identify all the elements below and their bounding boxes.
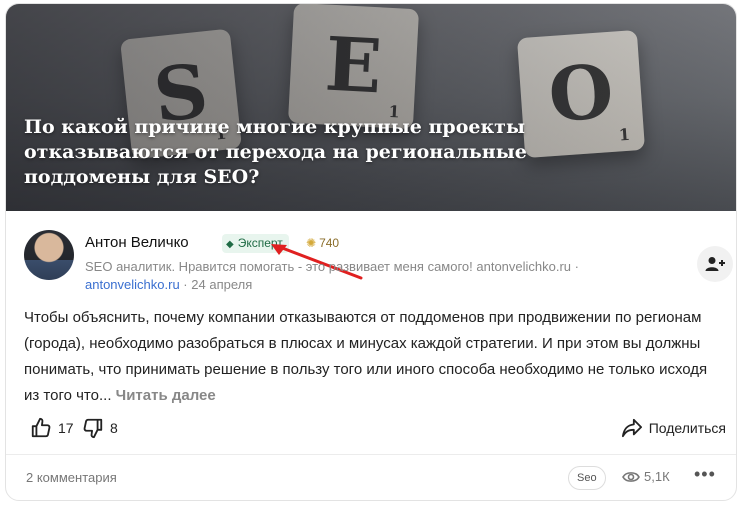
author-name[interactable]: Антон Величко — [85, 234, 189, 251]
share-icon — [621, 418, 642, 438]
meta-line: antonvelichko.ru · 24 апреля — [85, 276, 252, 294]
eye-icon — [622, 471, 640, 482]
post-excerpt: Чтобы объяснить, почему компании отказыв… — [24, 305, 724, 409]
tag-seo[interactable]: Seo — [568, 466, 606, 490]
post-footer: 2 комментария Seo 5,1К ••• — [24, 464, 724, 494]
read-more-link[interactable]: Читать далее — [116, 387, 216, 404]
author-avatar[interactable] — [24, 230, 74, 280]
like-button[interactable]: 17 — [30, 414, 74, 442]
diamond-icon: ◆ — [226, 239, 234, 250]
person-plus-icon — [705, 257, 725, 272]
comments-link[interactable]: 2 комментария — [26, 470, 117, 485]
post-title[interactable]: По какой причине многие крупные проекты … — [24, 115, 544, 190]
dislike-count: 8 — [110, 420, 118, 436]
share-button[interactable]: Поделиться — [621, 414, 726, 442]
subscribe-button[interactable] — [697, 246, 733, 282]
meta-separator: · — [183, 277, 188, 292]
share-label: Поделиться — [648, 420, 726, 436]
dislike-button[interactable]: 8 — [82, 414, 118, 442]
thumbs-down-icon — [83, 418, 103, 439]
thumbs-up-icon — [31, 417, 51, 438]
author-row: Антон Величко ◆ Эксперт ✺ 740 SEO аналитик… — [24, 230, 733, 292]
like-count: 17 — [58, 420, 74, 436]
post-card: S1 E1 O1 По какой причине многие крупные… — [5, 3, 737, 501]
views-count: 5,1К — [644, 469, 670, 484]
cover-image[interactable]: S1 E1 O1 По какой причине многие крупные… — [6, 4, 736, 211]
author-site-link[interactable]: antonvelichko.ru — [85, 277, 180, 292]
more-options-button[interactable]: ••• — [694, 464, 716, 485]
author-bio: SEO аналитик. Нравится помогать - это ра… — [85, 259, 579, 274]
actions-bar: 17 8 Поделиться — [24, 414, 726, 442]
post-date: 24 апреля — [191, 277, 253, 292]
views-counter: 5,1К — [622, 469, 670, 484]
divider — [6, 454, 736, 455]
